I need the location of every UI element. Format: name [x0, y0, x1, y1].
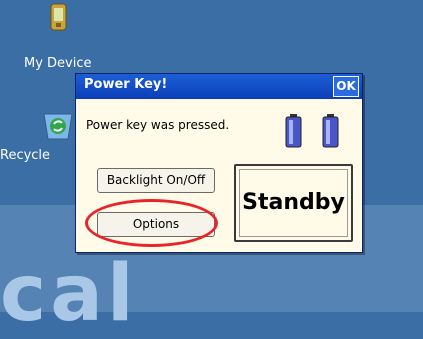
recycle-shortcut[interactable]: Recycle [0, 106, 78, 163]
standby-button[interactable]: Standby [234, 164, 353, 242]
my-device-label: My Device [24, 56, 92, 71]
my-device-shortcut[interactable]: My Device [24, 2, 92, 71]
battery-icon [285, 114, 302, 148]
battery-icon [322, 114, 339, 148]
watermark-text: cal [0, 249, 138, 339]
dialog-title: Power Key! [84, 77, 168, 92]
device-icon [50, 3, 67, 31]
recycle-label: Recycle [0, 148, 51, 163]
dialog-titlebar: Power Key! OK [76, 74, 362, 99]
dialog-message: Power key was pressed. [86, 118, 230, 132]
recycle-bin-icon [43, 113, 73, 140]
ok-button[interactable]: OK [333, 76, 359, 97]
backlight-toggle-button[interactable]: Backlight On/Off [97, 168, 215, 193]
options-highlight-ellipse [85, 199, 218, 247]
